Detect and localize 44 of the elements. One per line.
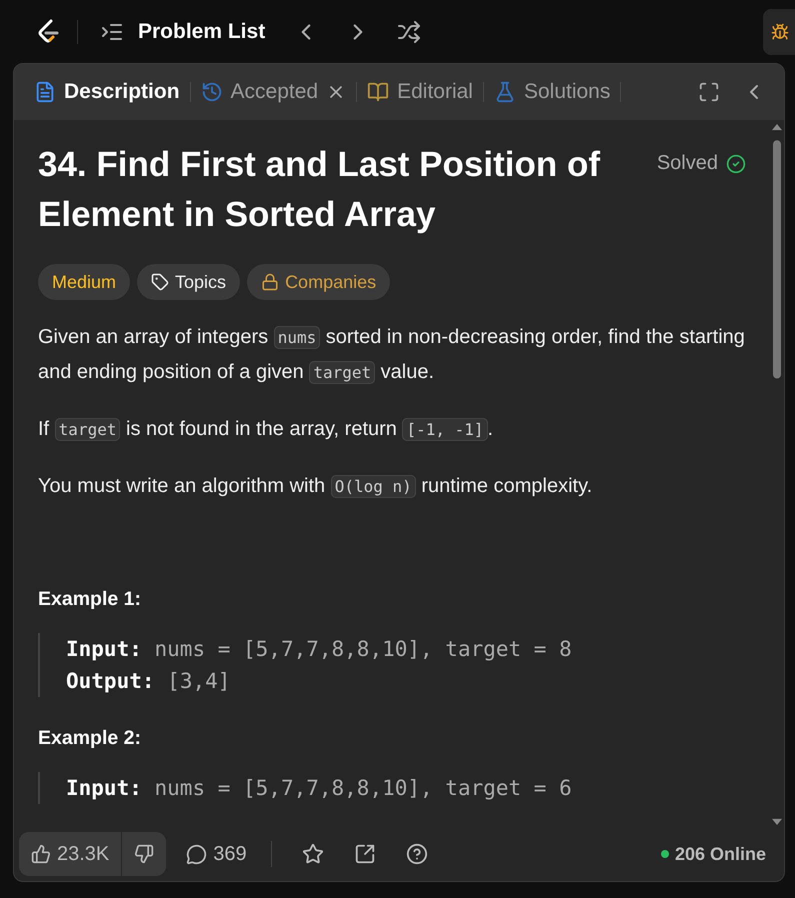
tab-label: Accepted (230, 80, 318, 104)
comments-button[interactable]: 369 (186, 842, 247, 866)
shuffle-icon (397, 20, 422, 44)
tab[interactable]: Accepted (200, 80, 346, 104)
book-icon (367, 81, 390, 103)
example-line: Input: nums = [5,7,7,8,8,10], target = 8 (66, 636, 573, 663)
tab[interactable]: Editorial (367, 80, 473, 104)
problem-title: 34. Find First and Last Position of Element in Sorted Array (38, 144, 602, 236)
tab[interactable]: Description (34, 80, 180, 104)
history-icon (200, 81, 223, 103)
online-count: 206 Online (660, 844, 766, 864)
lock-icon (261, 273, 280, 291)
example-line: Input: nums = [5,7,7,8,8,10], target = 6 (66, 775, 573, 802)
tab[interactable]: Solutions (494, 80, 610, 104)
external-link-icon (354, 843, 376, 865)
description-text: You must write an algorithm with O(log n) runtime complexity. (38, 474, 594, 500)
help-icon (406, 843, 428, 865)
like-button[interactable]: 23.3K (19, 832, 122, 876)
share-button[interactable] (354, 843, 376, 865)
tab-label: Description (64, 80, 180, 104)
help-button[interactable] (406, 843, 428, 865)
tag-icon (151, 273, 170, 291)
problem-list-link[interactable]: Problem List (138, 20, 266, 44)
tag-chip[interactable]: Medium (38, 264, 130, 300)
fullscreen-icon (698, 81, 720, 103)
speech-bubble-icon (186, 844, 208, 864)
favorite-button[interactable] (302, 843, 324, 865)
thumbs-down-icon (134, 844, 154, 864)
document-icon (34, 81, 56, 103)
check-icon (726, 154, 746, 174)
tab-label: Editorial (397, 80, 473, 104)
example-line: Output: [3,4] (66, 668, 232, 695)
star-icon (302, 843, 324, 865)
tag-chip[interactable]: Companies (247, 264, 390, 300)
example-title: Example 2: (38, 727, 142, 750)
example-title: Example 1: (38, 588, 142, 611)
tab-label: Solutions (524, 80, 610, 104)
description-text: If target is not found in the array, return [-1, -1] . (38, 417, 494, 443)
flask-icon (494, 81, 516, 103)
description-text: Given an array of integers nums sorted in non-decreasing order, find the starting and ending position of a given target value. (38, 325, 746, 386)
debug-button[interactable] (763, 8, 795, 54)
thumbs-up-icon (31, 844, 51, 864)
tag-chip[interactable]: Topics (137, 264, 240, 300)
solved-status: Solved (656, 152, 746, 175)
